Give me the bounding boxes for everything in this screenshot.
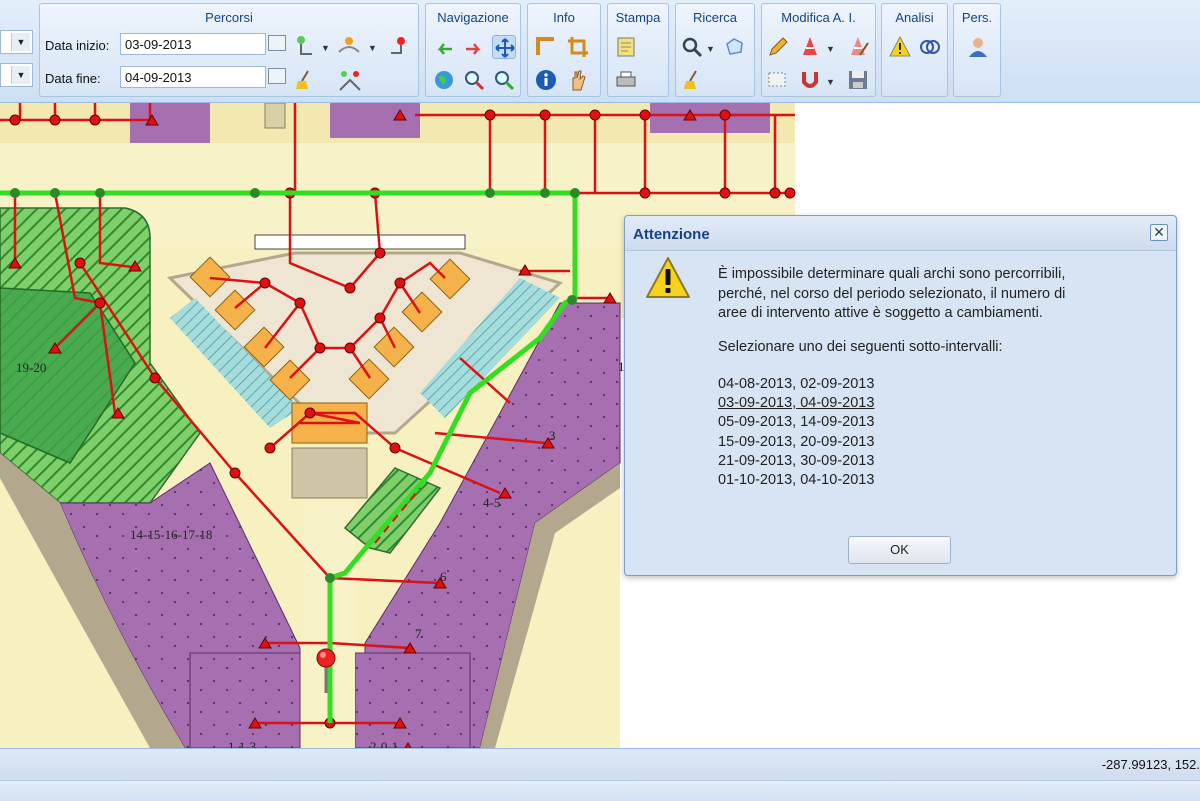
group-info: Info: [527, 3, 601, 97]
chevron-down-icon[interactable]: ▼: [321, 43, 330, 53]
interval-option[interactable]: 05-09-2013, 14-09-2013: [718, 414, 874, 430]
group-ricerca: Ricerca ▼: [675, 3, 755, 97]
chevron-down-icon[interactable]: ▼: [368, 43, 377, 53]
warning-dialog: Attenzione ✕ È impossibile determinare q…: [624, 215, 1177, 576]
end-date-label: Data fine:: [45, 71, 101, 86]
route-end-icon[interactable]: [388, 34, 412, 58]
group-title-navigazione: Navigazione: [437, 10, 509, 25]
purple-room-bottom-right: [354, 652, 471, 748]
area-label-4-5: 4-5: [483, 495, 500, 510]
dialog-message-line: perché, nel corso del periodo selezionat…: [718, 286, 1066, 302]
warning-icon: [646, 257, 690, 298]
group-pers: Pers.: [953, 3, 1001, 97]
route-waypoint-icon[interactable]: [337, 34, 361, 58]
area-label-3: 3: [549, 428, 556, 443]
status-bar: -287.99123, 152.: [0, 748, 1200, 781]
purple-room-bottom-left: [189, 652, 301, 748]
ok-button[interactable]: OK: [848, 536, 951, 564]
room: [130, 103, 210, 143]
cone-icon[interactable]: [798, 35, 822, 59]
save-icon[interactable]: [846, 68, 870, 92]
left-combo-1[interactable]: ▼: [0, 30, 33, 54]
dialog-message-line: È impossibile determinare quali archi so…: [718, 266, 1066, 282]
group-title-modifica: Modifica A. I.: [781, 10, 856, 25]
group-title-analisi: Analisi: [895, 10, 934, 25]
broom-icon[interactable]: [680, 68, 704, 92]
zoom-in-icon[interactable]: [462, 68, 486, 92]
chevron-down-icon[interactable]: ▼: [11, 66, 30, 84]
forward-arrow-icon[interactable]: [462, 35, 486, 59]
intersect-icon[interactable]: [918, 35, 942, 59]
pencil-icon[interactable]: [766, 35, 790, 59]
chevron-down-icon[interactable]: ▼: [826, 44, 835, 54]
area-label-7: 7: [415, 626, 422, 641]
group-navigazione: Navigazione: [425, 3, 521, 97]
document-icon[interactable]: [614, 35, 638, 59]
broom-icon[interactable]: [292, 68, 316, 92]
search-icon[interactable]: [680, 35, 704, 59]
dialog-header[interactable]: Attenzione ✕: [625, 216, 1176, 251]
printer-icon[interactable]: [614, 68, 638, 92]
user-icon[interactable]: [966, 35, 990, 59]
info-icon[interactable]: [534, 68, 558, 92]
group-title-ricerca: Ricerca: [692, 10, 738, 25]
route-start-icon[interactable]: [292, 34, 316, 58]
ribbon-toolbar: ▼ ▼ Percorsi Data inizio: 03-09-2013 Dat…: [0, 0, 1200, 103]
chevron-down-icon[interactable]: ▼: [706, 44, 715, 54]
calendar-icon[interactable]: [268, 35, 286, 51]
group-title-info: Info: [553, 10, 575, 25]
start-date-label: Data inizio:: [45, 38, 110, 53]
room: [650, 103, 770, 133]
interval-option[interactable]: 15-09-2013, 20-09-2013: [718, 434, 874, 450]
group-modifica: Modifica A. I. ▼ ▼: [761, 3, 876, 97]
warning-icon[interactable]: [888, 35, 912, 59]
bottom-bar: [0, 780, 1200, 801]
left-combo-2[interactable]: ▼: [0, 63, 33, 87]
select-area-icon[interactable]: [766, 68, 790, 92]
close-icon[interactable]: ✕: [1150, 224, 1168, 241]
interval-option-selected[interactable]: 03-09-2013, 04-09-2013: [718, 395, 874, 411]
interval-option[interactable]: 04-08-2013, 02-09-2013: [718, 376, 874, 392]
room: [264, 103, 286, 129]
calendar-icon[interactable]: [268, 68, 286, 84]
polygon-search-icon[interactable]: [722, 35, 746, 59]
group-percorsi: Percorsi Data inizio: 03-09-2013 Data fi…: [39, 3, 419, 97]
back-arrow-icon[interactable]: [432, 35, 456, 59]
dialog-title: Attenzione: [633, 226, 710, 243]
measure-icon[interactable]: [534, 35, 558, 59]
crop-icon[interactable]: [566, 35, 590, 59]
area-label-2-0-1: 2-0-1: [370, 739, 398, 748]
globe-icon[interactable]: [432, 68, 456, 92]
group-analisi: Analisi: [881, 3, 948, 97]
pan-icon[interactable]: [492, 35, 516, 59]
route-calc-icon[interactable]: [338, 68, 362, 92]
hand-icon[interactable]: [566, 68, 590, 92]
area-label-1-1-3: 1-1-3: [228, 739, 256, 748]
dialog-instruction: Selezionare uno dei seguenti sotto-inter…: [718, 339, 1003, 355]
cone-edit-icon[interactable]: [846, 35, 870, 59]
coordinates-readout: -287.99123, 152.: [1101, 757, 1200, 772]
wall-segment: [254, 234, 466, 250]
dialog-message-line: aree di intervento attive è soggetto a c…: [718, 305, 1043, 321]
interval-option[interactable]: 21-09-2013, 30-09-2013: [718, 453, 874, 469]
chevron-down-icon[interactable]: ▼: [826, 77, 835, 87]
lift-core: [291, 447, 368, 499]
end-date-field[interactable]: 04-09-2013: [120, 66, 266, 88]
area-label-6: 6: [440, 569, 447, 584]
zoom-out-icon[interactable]: [492, 68, 516, 92]
chevron-down-icon[interactable]: ▼: [11, 33, 30, 51]
group-title-pers: Pers.: [961, 10, 993, 25]
magnet-icon[interactable]: [798, 68, 822, 92]
interval-option[interactable]: 01-10-2013, 04-10-2013: [718, 472, 874, 488]
area-label-14-18: 14-15-16-17-18: [130, 527, 212, 542]
group-title-stampa: Stampa: [615, 10, 661, 25]
group-stampa: Stampa: [607, 3, 669, 97]
group-title-percorsi: Percorsi: [205, 10, 253, 25]
start-date-field[interactable]: 03-09-2013: [120, 33, 266, 55]
area-label-19-20: 19-20: [16, 360, 46, 375]
